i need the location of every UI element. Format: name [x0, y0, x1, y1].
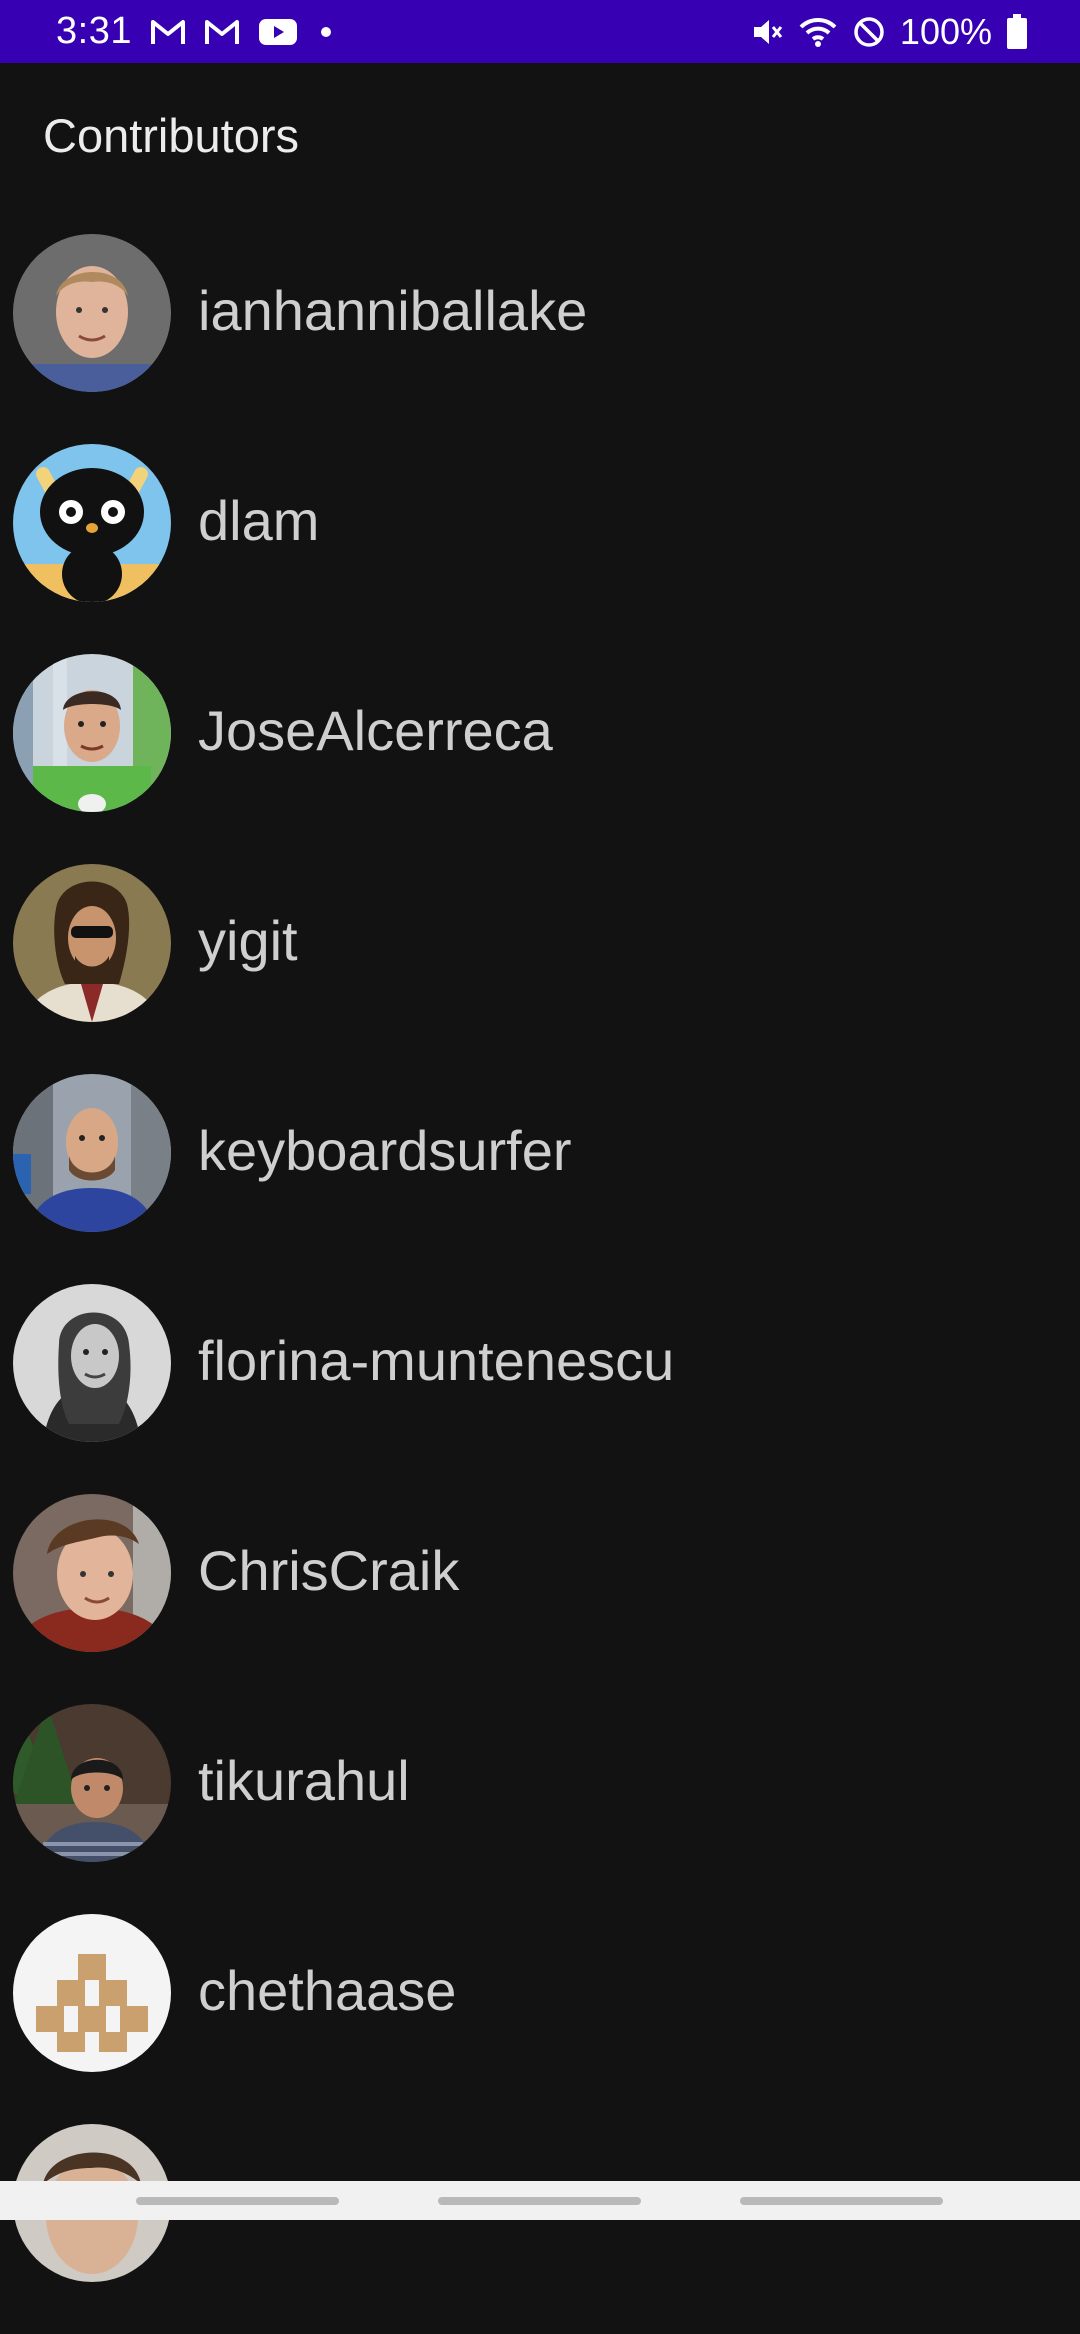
- back-button[interactable]: [740, 2197, 943, 2205]
- page-title: Contributors: [43, 109, 299, 162]
- status-time: 3:31: [56, 10, 132, 52]
- avatar: [13, 654, 171, 812]
- contributor-row[interactable]: ianhanniballake: [0, 234, 1080, 444]
- avatar: [13, 864, 171, 1022]
- contributor-row[interactable]: dlam: [0, 444, 1080, 654]
- wifi-icon: [798, 15, 838, 49]
- contributor-name: ianhanniballake: [198, 279, 588, 342]
- mute-icon: [750, 15, 784, 49]
- navigation-bar: [0, 2181, 1080, 2220]
- contributor-name: chethaase: [198, 1959, 457, 2022]
- contributor-row[interactable]: chethaase: [0, 1914, 1080, 2124]
- contributors-list[interactable]: ianhanniballake dlam JoseAlcerreca yigit…: [0, 234, 1080, 2334]
- recent-apps-button[interactable]: [136, 2197, 339, 2205]
- contributor-row[interactable]: yigit: [0, 864, 1080, 1074]
- avatar: [13, 1704, 171, 1862]
- contributor-name: keyboardsurfer: [198, 1119, 572, 1182]
- contributor-name: tikurahul: [198, 1749, 410, 1812]
- home-button[interactable]: [438, 2197, 641, 2205]
- youtube-icon: [258, 17, 298, 47]
- contributor-row[interactable]: [0, 2124, 1080, 2334]
- avatar: [13, 1494, 171, 1652]
- contributor-name: yigit: [198, 909, 298, 972]
- avatar: [13, 1914, 171, 2072]
- gmail-icon: [150, 18, 186, 46]
- avatar: [13, 1074, 171, 1232]
- contributor-row[interactable]: florina-muntenescu: [0, 1284, 1080, 1494]
- contributor-name: dlam: [198, 489, 320, 552]
- do-not-disturb-icon: [852, 15, 886, 49]
- contributor-name: florina-muntenescu: [198, 1329, 675, 1392]
- contributor-name: JoseAlcerreca: [198, 699, 553, 762]
- status-left: 3:31: [56, 0, 336, 63]
- status-bar: 3:31 100%: [0, 0, 1080, 63]
- avatar: [13, 444, 171, 602]
- dot-icon: [316, 22, 336, 42]
- contributor-row[interactable]: JoseAlcerreca: [0, 654, 1080, 864]
- gmail-icon: [204, 18, 240, 46]
- contributor-name: ChrisCraik: [198, 1539, 460, 1602]
- contributor-row[interactable]: ChrisCraik: [0, 1494, 1080, 1704]
- contributor-row[interactable]: keyboardsurfer: [0, 1074, 1080, 1284]
- battery-percent: 100%: [899, 10, 992, 52]
- battery-icon: [1006, 13, 1028, 50]
- contributor-row[interactable]: tikurahul: [0, 1704, 1080, 1914]
- avatar: [13, 1284, 171, 1442]
- status-right: 100%: [750, 0, 1028, 63]
- avatar: [13, 234, 171, 392]
